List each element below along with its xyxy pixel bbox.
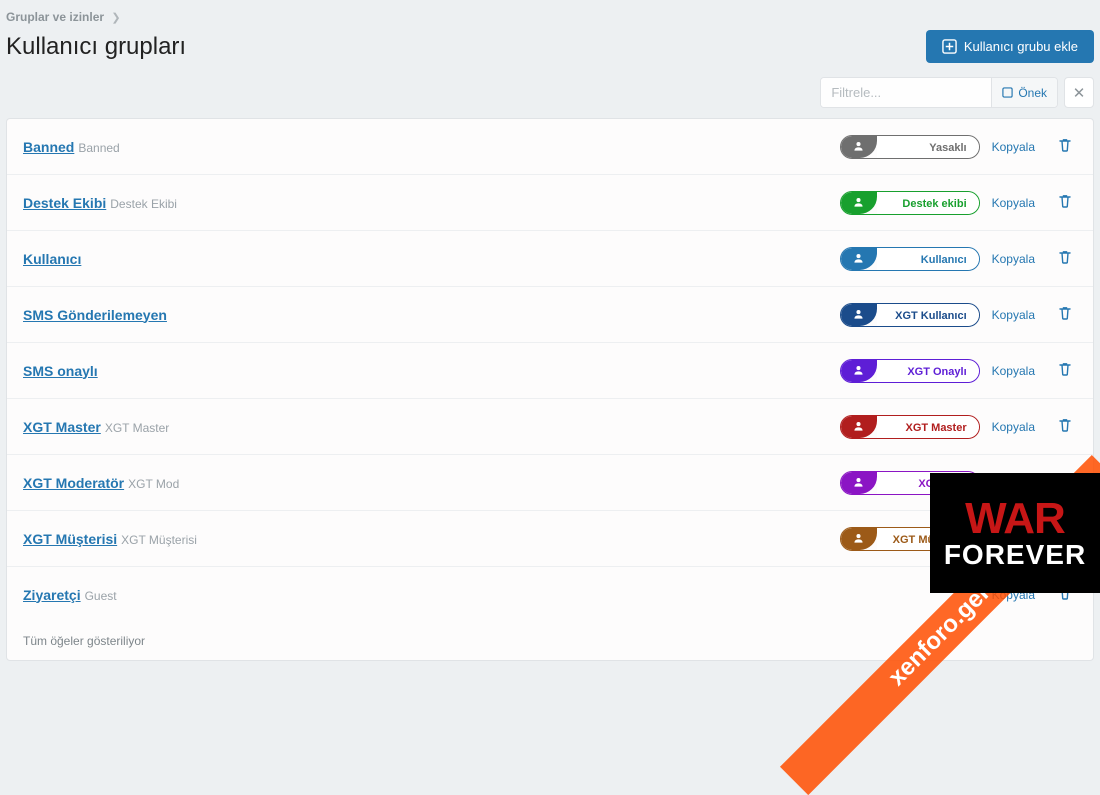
group-title-link[interactable]: SMS onaylı <box>23 363 98 379</box>
group-subtitle: XGT Master <box>105 421 169 435</box>
copy-link[interactable]: Kopyala <box>992 140 1035 154</box>
group-title-link[interactable]: XGT Master <box>23 419 101 435</box>
group-title-link[interactable]: Ziyaretçi <box>23 587 81 603</box>
badge-icon <box>841 472 877 494</box>
copy-link[interactable]: Kopyala <box>992 252 1035 266</box>
table-row: SMS onaylı XGT Onaylı Kopyala <box>7 343 1093 399</box>
badge-label: XGT Kullanıcı <box>877 304 979 326</box>
row-main[interactable]: XGT Master XGT Master <box>23 419 840 435</box>
trash-icon <box>1057 417 1073 433</box>
table-row: Destek Ekibi Destek Ekibi Destek ekibi Kopy… <box>7 175 1093 231</box>
prefix-label: Önek <box>1018 86 1047 100</box>
group-subtitle: XGT Mod <box>128 477 179 491</box>
badge-label: Destek ekibi <box>877 192 979 214</box>
row-main[interactable]: Banned Banned <box>23 139 840 155</box>
group-title-link[interactable]: XGT Müşterisi <box>23 531 117 547</box>
chevron-right-icon: ❯ <box>111 12 120 24</box>
breadcrumb: Gruplar ve izinler ❯ <box>0 0 1100 30</box>
delete-button[interactable] <box>1053 189 1077 216</box>
row-main[interactable]: SMS onaylı <box>23 363 840 379</box>
row-main[interactable]: Ziyaretçi Guest <box>23 587 992 603</box>
filter-clear-button[interactable]: ✕ <box>1064 77 1094 108</box>
copy-link[interactable]: Kopyala <box>992 196 1035 210</box>
badge-icon <box>841 304 877 326</box>
delete-button[interactable] <box>1053 301 1077 328</box>
breadcrumb-root[interactable]: Gruplar ve izinler <box>6 10 104 24</box>
group-title-link[interactable]: SMS Gönderilemeyen <box>23 307 167 323</box>
group-subtitle: Destek Ekibi <box>110 197 177 211</box>
plus-box-icon <box>942 39 957 54</box>
badge-icon <box>841 248 877 270</box>
table-row: Banned Banned Yasaklı Kopyala <box>7 119 1093 175</box>
row-main[interactable]: Kullanıcı <box>23 251 840 267</box>
row-main[interactable]: XGT Müşterisi XGT Müşterisi <box>23 531 840 547</box>
group-title-link[interactable]: Banned <box>23 139 74 155</box>
copy-link[interactable]: Kopyala <box>992 420 1035 434</box>
group-title-link[interactable]: Destek Ekibi <box>23 195 106 211</box>
delete-button[interactable] <box>1053 357 1077 384</box>
delete-button[interactable] <box>1053 133 1077 160</box>
badge-label: Kullanıcı <box>877 248 979 270</box>
badge-label: Yasaklı <box>877 136 979 158</box>
row-main[interactable]: XGT Moderatör XGT Mod <box>23 475 840 491</box>
copy-link[interactable]: Kopyala <box>992 364 1035 378</box>
group-title-link[interactable]: XGT Moderatör <box>23 475 124 491</box>
watermark-box: WAR FOREVER <box>930 473 1100 593</box>
trash-icon <box>1057 249 1073 265</box>
group-badge: XGT Onaylı <box>840 359 980 383</box>
group-badge: XGT Kullanıcı <box>840 303 980 327</box>
badge-label: XGT Master <box>877 416 979 438</box>
table-row: XGT Master XGT Master XGT Master Kopyala <box>7 399 1093 455</box>
row-main[interactable]: Destek Ekibi Destek Ekibi <box>23 195 840 211</box>
watermark-line2: FOREVER <box>944 541 1086 569</box>
trash-icon <box>1057 137 1073 153</box>
badge-label: XGT Onaylı <box>877 360 979 382</box>
filter-wrap: Önek <box>820 77 1058 108</box>
badge-icon <box>841 528 877 550</box>
delete-button[interactable] <box>1053 245 1077 272</box>
badge-icon <box>841 192 877 214</box>
delete-button[interactable] <box>1053 413 1077 440</box>
add-group-label: Kullanıcı grubu ekle <box>964 39 1078 54</box>
group-badge: Destek ekibi <box>840 191 980 215</box>
trash-icon <box>1057 193 1073 209</box>
row-main[interactable]: SMS Gönderilemeyen <box>23 307 840 323</box>
table-row: SMS Gönderilemeyen XGT Kullanıcı Kopyala <box>7 287 1093 343</box>
page-title: Kullanıcı grupları <box>6 33 186 61</box>
badge-icon <box>841 416 877 438</box>
group-title-link[interactable]: Kullanıcı <box>23 251 81 267</box>
filter-input[interactable] <box>821 78 991 107</box>
copy-link[interactable]: Kopyala <box>992 308 1035 322</box>
add-group-button[interactable]: Kullanıcı grubu ekle <box>926 30 1094 63</box>
group-subtitle: Banned <box>78 141 119 155</box>
badge-icon <box>841 360 877 382</box>
badge-icon <box>841 136 877 158</box>
table-row: Kullanıcı Kullanıcı Kopyala <box>7 231 1093 287</box>
prefix-toggle-button[interactable]: Önek <box>991 78 1057 107</box>
group-subtitle: Guest <box>85 589 117 603</box>
trash-icon <box>1057 305 1073 321</box>
group-subtitle: XGT Müşterisi <box>121 533 197 547</box>
group-badge: Kullanıcı <box>840 247 980 271</box>
group-badge: XGT Master <box>840 415 980 439</box>
group-badge: Yasaklı <box>840 135 980 159</box>
checkbox-empty-icon <box>1002 87 1013 98</box>
watermark-line1: WAR <box>965 497 1065 541</box>
trash-icon <box>1057 361 1073 377</box>
